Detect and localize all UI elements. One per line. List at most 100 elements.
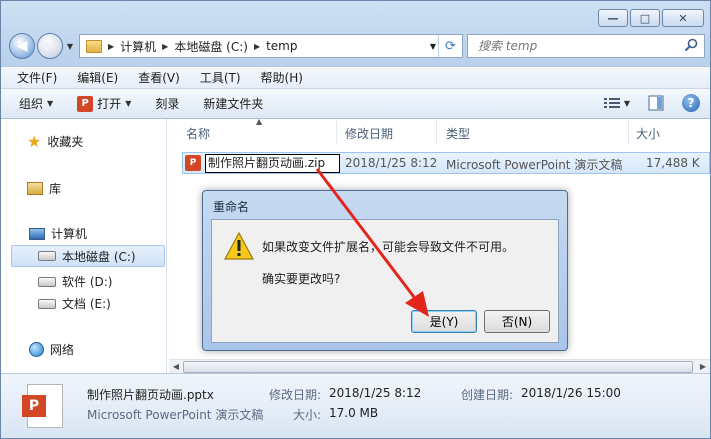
details-created-label: 创建日期: [461, 388, 514, 402]
new-folder-label: 新建文件夹 [203, 97, 264, 111]
details-pane: P 制作照片翻页动画.pptx Microsoft PowerPoint 演示文… [1, 373, 710, 438]
nav-drive-d[interactable]: 软件 (D:) [38, 273, 112, 290]
chevron-right-icon[interactable]: ▶ [254, 42, 260, 51]
chevron-right-icon[interactable]: ▶ [108, 42, 114, 51]
chevron-down-icon: ▼ [125, 99, 132, 108]
nav-favorites[interactable]: ★ 收藏夹 [27, 133, 83, 150]
menu-help[interactable]: 帮助(H) [257, 67, 307, 88]
nav-computer-label: 计算机 [51, 227, 88, 241]
sort-ascending-icon: ▲ [256, 117, 263, 126]
recent-pages-dropdown[interactable]: ▼ [63, 42, 77, 51]
details-size-label: 大小: [293, 408, 322, 422]
folder-icon [86, 39, 102, 53]
scroll-left-icon[interactable]: ◀ [169, 360, 183, 373]
column-divider[interactable] [436, 121, 437, 145]
burn-label: 刻录 [155, 97, 180, 111]
nav-network[interactable]: 网络 [29, 341, 74, 358]
chevron-down-icon: ▼ [623, 98, 630, 108]
caption-buttons: — □ ✕ [598, 9, 704, 27]
help-icon[interactable]: ? [682, 94, 700, 112]
menu-bar: 文件(F) 编辑(E) 查看(V) 工具(T) 帮助(H) [1, 66, 710, 88]
details-modified-value: 2018/1/25 8:12 [329, 386, 422, 400]
powerpoint-icon: P [185, 155, 201, 171]
organize-button[interactable]: 组织 ▼ [19, 95, 53, 112]
open-button[interactable]: P 打开 ▼ [77, 95, 131, 112]
details-created-value: 2018/1/26 15:00 [521, 386, 621, 400]
nav-drive-c[interactable]: 本地磁盘 (C:) [11, 245, 165, 267]
cell-size: 17,488 K [646, 156, 700, 170]
toolbar-right: ▼ ? [603, 94, 700, 112]
forward-button[interactable]: ▶ [37, 33, 63, 59]
column-divider[interactable] [628, 121, 629, 145]
breadcrumb-drive-c[interactable]: 本地磁盘 (C:) [174, 38, 248, 55]
scroll-right-icon[interactable]: ▶ [696, 360, 710, 373]
search-input[interactable] [478, 39, 678, 53]
computer-icon [29, 227, 45, 240]
preview-pane-icon[interactable] [648, 95, 664, 111]
forward-arrow-icon: ▶ [44, 38, 56, 54]
details-filetype: Microsoft PowerPoint 演示文稿 [87, 408, 264, 422]
rename-dialog: 重命名 如果改变文件扩展名，可能会导致文件不可用。 确实要更改吗? 是(Y) 否… [202, 190, 568, 351]
cell-modified: 2018/1/25 8:12 [345, 156, 438, 170]
details-size-value: 17.0 MB [329, 406, 379, 420]
details-filename: 制作照片翻页动画.pptx [87, 388, 214, 402]
powerpoint-icon: P [77, 95, 94, 112]
chevron-right-icon[interactable]: ▶ [162, 42, 168, 51]
scrollbar-thumb[interactable] [183, 361, 693, 373]
explorer-window: — □ ✕ ◀ ▶ ▼ ▶ 计算机 ▶ 本地磁盘 (C:) ▶ temp ▼ ⟳… [0, 0, 711, 439]
rename-input[interactable]: 制作照片翻页动画.zip [205, 154, 340, 173]
yes-button[interactable]: 是(Y) [411, 310, 477, 333]
column-header-type[interactable]: 类型 [446, 125, 470, 142]
navigation-bar: ◀ ▶ ▼ ▶ 计算机 ▶ 本地磁盘 (C:) ▶ temp ▼ ⟳ [9, 32, 705, 60]
view-options-button[interactable]: ▼ [603, 97, 630, 109]
burn-button[interactable]: 刻录 [155, 95, 179, 112]
search-box[interactable] [467, 34, 705, 58]
back-button[interactable]: ◀ [9, 33, 35, 59]
menu-edit[interactable]: 编辑(E) [73, 67, 122, 88]
view-list-icon [603, 98, 620, 108]
menu-view[interactable]: 查看(V) [134, 67, 184, 88]
search-icon[interactable] [684, 38, 698, 52]
column-header-modified[interactable]: 修改日期 [345, 125, 393, 142]
open-label: 打开 [97, 97, 122, 111]
dialog-body: 如果改变文件扩展名，可能会导致文件不可用。 确实要更改吗? 是(Y) 否(N) [211, 219, 559, 343]
nav-drive-e-label: 文档 (E:) [62, 297, 111, 311]
organize-label: 组织 [19, 97, 44, 111]
nav-libraries[interactable]: 库 [27, 180, 61, 197]
drive-icon [38, 298, 56, 309]
nav-computer[interactable]: 计算机 [29, 225, 87, 242]
chevron-down-icon: ▼ [47, 99, 54, 108]
warning-icon [224, 232, 254, 260]
breadcrumb-temp[interactable]: temp [266, 39, 297, 53]
drive-icon [38, 251, 56, 261]
address-bar[interactable]: ▶ 计算机 ▶ 本地磁盘 (C:) ▶ temp ▼ ⟳ [79, 34, 463, 58]
table-row[interactable]: P 制作照片翻页动画.zip 2018/1/25 8:12 Microsoft … [182, 152, 710, 174]
menu-file[interactable]: 文件(F) [13, 67, 61, 88]
maximize-button[interactable]: □ [630, 9, 660, 27]
horizontal-scrollbar[interactable]: ◀ ▶ [169, 359, 710, 373]
drive-icon [38, 276, 56, 287]
library-icon [27, 182, 43, 195]
command-bar: 组织 ▼ P 打开 ▼ 刻录 新建文件夹 ▼ ? [1, 88, 710, 119]
dialog-question: 确实要更改吗? [262, 272, 341, 286]
refresh-icon[interactable]: ⟳ [438, 35, 462, 57]
new-folder-button[interactable]: 新建文件夹 [203, 95, 263, 112]
address-dropdown-icon[interactable]: ▼ [430, 42, 436, 51]
no-button[interactable]: 否(N) [484, 310, 550, 333]
nav-drive-e[interactable]: 文档 (E:) [38, 295, 111, 312]
dialog-title: 重命名 [213, 200, 250, 214]
chevron-down-icon: ▼ [66, 41, 74, 51]
menu-tools[interactable]: 工具(T) [196, 67, 245, 88]
dialog-message: 如果改变文件扩展名，可能会导致文件不可用。 [262, 240, 515, 254]
close-button[interactable]: ✕ [662, 9, 704, 27]
minimize-button[interactable]: — [598, 9, 628, 27]
nav-network-label: 网络 [50, 343, 75, 357]
column-header-name[interactable]: 名称 [186, 125, 210, 142]
nav-favorites-label: 收藏夹 [47, 135, 84, 149]
navigation-pane: ★ 收藏夹 库 计算机 本地磁盘 (C:) 软件 (D:) 文档 (E:) 网络 [1, 119, 167, 373]
nav-drive-d-label: 软件 (D:) [62, 275, 113, 289]
breadcrumb-computer[interactable]: 计算机 [120, 38, 156, 55]
nav-libraries-label: 库 [49, 182, 62, 196]
column-divider[interactable] [336, 121, 337, 145]
column-header-size[interactable]: 大小 [636, 125, 660, 142]
